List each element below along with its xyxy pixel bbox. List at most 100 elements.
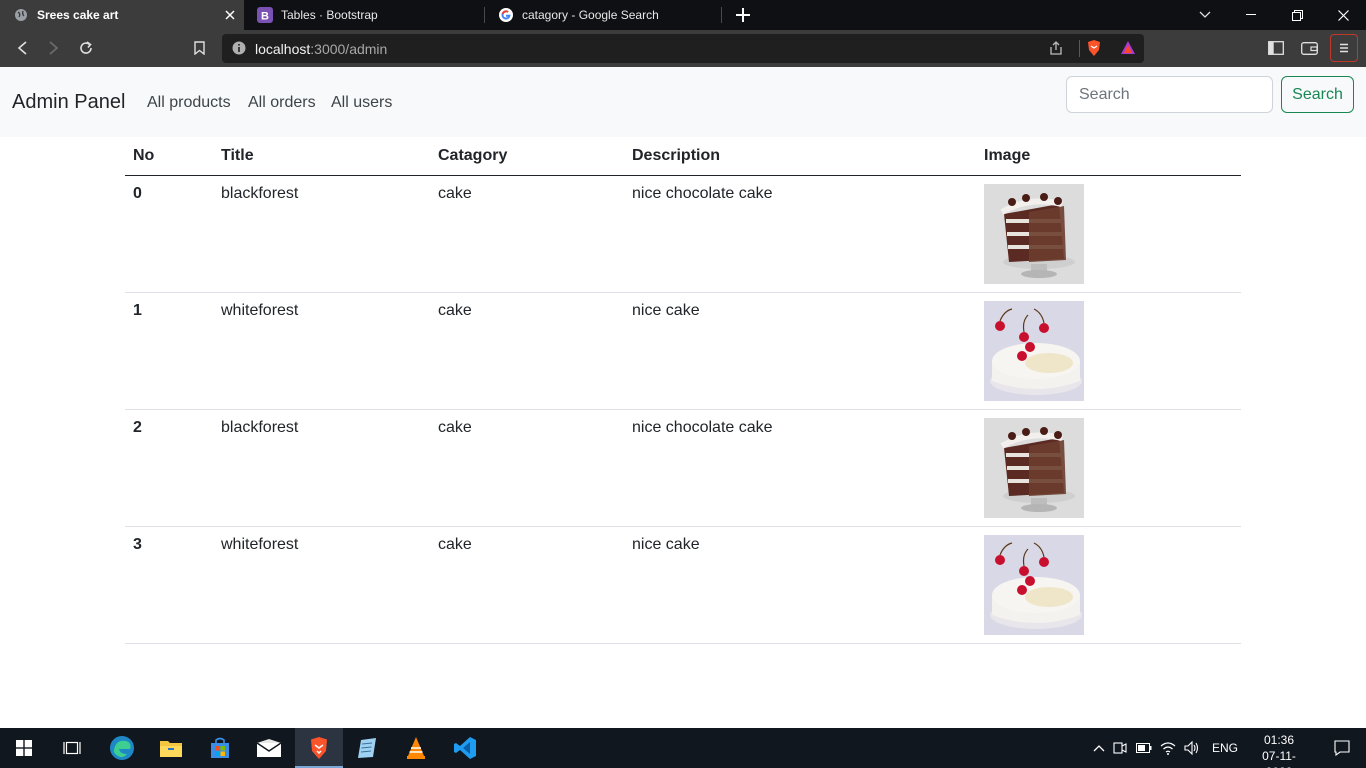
tab-google-search[interactable]: catagory - Google Search	[485, 0, 721, 30]
new-tab-button[interactable]	[733, 5, 753, 25]
back-button[interactable]	[9, 35, 35, 61]
cell-description: nice cake	[624, 526, 976, 644]
admin-navbar: Admin Panel All products All orders All …	[0, 67, 1366, 137]
windows-start-icon	[16, 740, 32, 756]
wallet-button[interactable]	[1296, 35, 1322, 61]
brave-icon	[311, 737, 327, 759]
site-info-icon[interactable]	[232, 41, 246, 55]
sidebar-icon	[1268, 41, 1284, 55]
cell-image	[976, 175, 1241, 293]
meet-now-icon[interactable]	[1108, 741, 1132, 755]
cell-image	[976, 409, 1241, 527]
reload-button[interactable]	[73, 35, 99, 61]
address-bar-separator	[1079, 40, 1080, 57]
search-button[interactable]: Search	[1281, 76, 1354, 113]
vscode-icon	[454, 737, 476, 759]
battery-icon[interactable]	[1132, 743, 1156, 753]
task-view-icon	[63, 741, 81, 755]
clock-time: 01:36	[1263, 733, 1295, 747]
nav-link-all-products[interactable]: All products	[147, 94, 231, 112]
tab-title: Tables · Bootstrap	[281, 8, 378, 22]
show-hidden-icons-icon[interactable]	[1090, 744, 1108, 752]
table-row: 0 blackforest cake nice chocolate cake	[125, 175, 1241, 293]
wallet-icon	[1300, 42, 1318, 55]
plus-icon	[736, 8, 750, 22]
taskbar-brave[interactable]	[295, 728, 343, 768]
url-host: localhost	[255, 40, 311, 57]
windows-start-button[interactable]	[0, 728, 48, 768]
globe-icon	[13, 7, 29, 23]
column-header-image: Image	[976, 137, 1241, 176]
table-row: 2 blackforest cake nice chocolate cake	[125, 409, 1241, 527]
minimize-button[interactable]	[1228, 0, 1274, 30]
restore-button[interactable]	[1274, 0, 1320, 30]
nav-link-all-orders[interactable]: All orders	[248, 94, 316, 112]
taskbar-mail[interactable]	[245, 728, 293, 768]
cell-category: cake	[430, 409, 624, 527]
task-view-button[interactable]	[48, 728, 96, 768]
tab-srees-cake-art[interactable]: Srees cake art	[0, 0, 244, 30]
table-row: 1 whiteforest cake nice cake	[125, 292, 1241, 410]
share-icon[interactable]	[1048, 40, 1064, 56]
cell-description: nice cake	[624, 292, 976, 410]
address-bar[interactable]: localhost:3000/admin	[222, 34, 1144, 63]
brave-shields-icon[interactable]	[1086, 39, 1102, 57]
column-header-no: No	[125, 137, 213, 176]
store-icon	[211, 737, 229, 758]
windows-taskbar: ENG 01:36 07-11-2022	[0, 728, 1366, 768]
restore-icon	[1291, 9, 1303, 21]
tab-separator	[721, 7, 722, 23]
cell-no: 1	[125, 292, 213, 410]
forward-button[interactable]	[41, 35, 67, 61]
chevron-down-icon	[1199, 11, 1211, 18]
taskbar-notepad[interactable]	[343, 728, 391, 768]
whiteforest-cake-image	[984, 534, 1084, 635]
tab-title: catagory - Google Search	[522, 8, 659, 22]
cell-no: 0	[125, 175, 213, 293]
cell-description: nice chocolate cake	[624, 175, 976, 293]
language-indicator[interactable]: ENG	[1212, 741, 1238, 755]
search-input[interactable]	[1066, 76, 1273, 113]
notification-icon	[1334, 740, 1350, 756]
cell-title: blackforest	[213, 409, 430, 527]
sidebar-toggle-button[interactable]	[1263, 35, 1289, 61]
taskbar-vscode[interactable]	[441, 728, 489, 768]
taskbar-vlc[interactable]	[392, 728, 440, 768]
notepad-icon	[358, 738, 376, 758]
products-table-container: No Title Catagory Description Image 0 bl…	[125, 137, 1241, 644]
whiteforest-cake-image	[984, 300, 1084, 401]
taskbar-file-explorer[interactable]	[147, 728, 195, 768]
navbar-brand[interactable]: Admin Panel	[12, 91, 125, 114]
browser-toolbar: localhost:3000/admin	[0, 30, 1366, 67]
cell-no: 3	[125, 526, 213, 644]
bookmark-button[interactable]	[186, 35, 212, 61]
cell-image	[976, 526, 1241, 644]
column-header-description: Description	[624, 137, 976, 176]
nav-link-all-users[interactable]: All users	[331, 94, 392, 112]
notification-center-button[interactable]	[1318, 728, 1366, 768]
wifi-icon[interactable]	[1156, 741, 1180, 755]
system-clock[interactable]: 01:36 07-11-2022	[1256, 732, 1302, 768]
tab-search-button[interactable]	[1182, 0, 1228, 30]
cell-title: whiteforest	[213, 526, 430, 644]
bootstrap-icon: B	[257, 7, 273, 23]
cell-image	[976, 292, 1241, 410]
edge-icon	[110, 736, 134, 760]
table-header-row: No Title Catagory Description Image	[125, 137, 1241, 176]
column-header-category: Catagory	[430, 137, 624, 176]
brave-rewards-icon[interactable]	[1120, 40, 1136, 56]
main-menu-button[interactable]	[1330, 34, 1358, 62]
vlc-icon	[407, 737, 425, 759]
blackforest-cake-image	[984, 417, 1084, 518]
taskbar-edge[interactable]	[98, 728, 146, 768]
taskbar-store[interactable]	[196, 728, 244, 768]
close-window-button[interactable]	[1320, 0, 1366, 30]
close-tab-icon[interactable]	[222, 7, 238, 23]
forward-arrow-icon	[49, 41, 59, 55]
clock-date: 07-11-2022	[1262, 749, 1296, 768]
cell-category: cake	[430, 526, 624, 644]
tab-tables-bootstrap[interactable]: B Tables · Bootstrap	[244, 0, 484, 30]
volume-icon[interactable]	[1180, 741, 1204, 755]
bookmark-icon	[193, 41, 205, 55]
table-row: 3 whiteforest cake nice cake	[125, 526, 1241, 644]
